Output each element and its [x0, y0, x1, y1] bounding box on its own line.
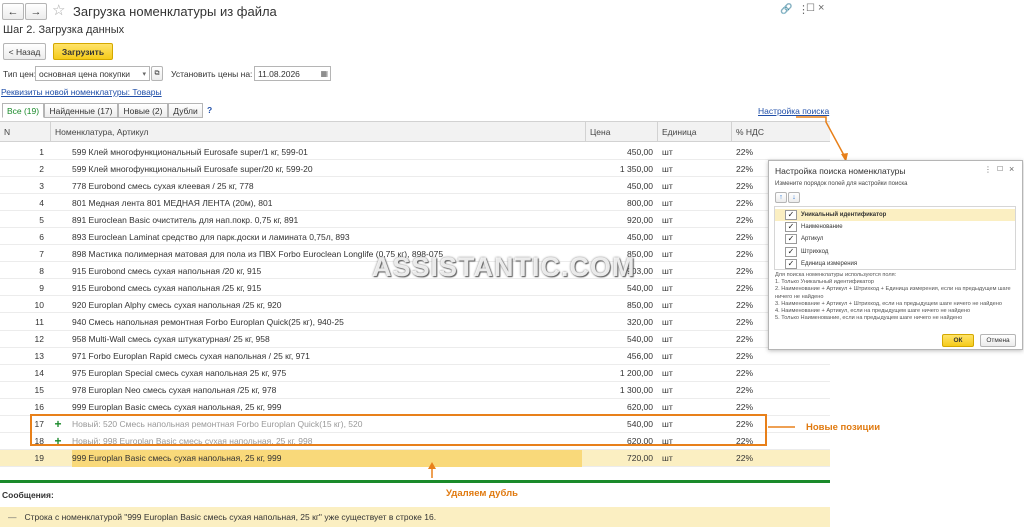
search-field-item[interactable]: ✓ Уникальный идентификатор — [775, 209, 1015, 221]
dialog-note-line: 2. Наименование + Артикул + Штрихкод + Е… — [775, 286, 1011, 300]
new-positions-annotation: Новые позиции — [806, 422, 881, 433]
ok-button[interactable]: ОК — [942, 334, 974, 347]
dialog-note-line: 1. Только Уникальный идентификатор — [775, 279, 874, 286]
field-label: Штрихкод — [801, 248, 829, 255]
dialog-maximize-icon[interactable]: ☐ — [997, 165, 1003, 173]
message-text: Строка с номенклатурой "999 Europlan Bas… — [24, 512, 437, 522]
messages-separator — [0, 480, 830, 483]
field-checkbox[interactable]: ✓ — [785, 210, 797, 220]
move-up-button[interactable]: ↑ — [775, 192, 787, 203]
search-field-item[interactable]: ✓ Единица измерения — [775, 258, 1015, 270]
field-label: Единица измерения — [801, 260, 858, 267]
dialog-fields-list: ✓ Уникальный идентификатор ✓ Наименование ✓ А… — [774, 206, 1016, 270]
watermark: ASSISTANTIC.COM — [372, 252, 636, 282]
messages-title: Сообщения: — [2, 490, 54, 500]
field-checkbox[interactable]: ✓ — [785, 222, 797, 233]
field-label: Артикул — [801, 236, 824, 243]
dialog-notes: Для поиска номенклатуры используются пол… — [775, 272, 1017, 322]
dialog-hint: Измените порядок полей для настройки пои… — [775, 181, 908, 187]
dialog-note-line: 3. Наименование + Артикул + Штрихкод, ес… — [775, 300, 1002, 307]
field-checkbox[interactable]: ✓ — [785, 258, 797, 269]
dialog-title: Настройка поиска номенклатуры — [775, 166, 906, 176]
cancel-button[interactable]: Отмена — [980, 334, 1016, 347]
message-dash-icon: — — [8, 512, 17, 522]
field-label: Наименование — [801, 224, 843, 231]
search-settings-dialog: Настройка поиска номенклатуры ⋮ ☐ × Изме… — [768, 160, 1023, 350]
field-checkbox[interactable]: ✓ — [785, 234, 797, 245]
search-field-item[interactable]: ✓ Штрихкод — [775, 246, 1015, 258]
search-field-item[interactable]: ✓ Артикул — [775, 233, 1015, 245]
search-field-item[interactable]: ✓ Наименование — [775, 221, 1015, 233]
field-checkbox[interactable]: ✓ — [785, 246, 797, 257]
message-row[interactable]: — Строка с номенклатурой "999 Europlan B… — [0, 507, 830, 527]
dialog-note-line: 5. Только Наименование, если на предыдущ… — [775, 315, 963, 322]
move-down-button[interactable]: ↓ — [788, 192, 800, 203]
dialog-more-icon[interactable]: ⋮ — [984, 165, 992, 174]
dialog-close-icon[interactable]: × — [1009, 164, 1014, 174]
remove-duplicate-annotation: Удаляем дубль — [446, 488, 518, 499]
field-label: Уникальный идентификатор — [801, 212, 887, 218]
